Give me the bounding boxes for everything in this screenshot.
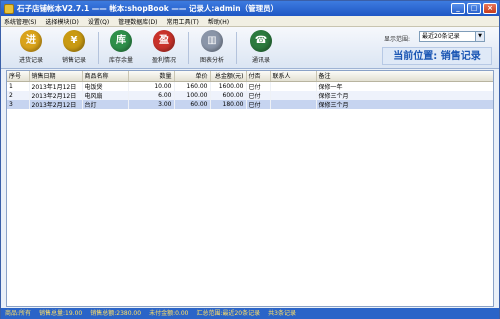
chart-analysis-label: 图表分析 <box>199 57 224 64</box>
window-title: 石子店铺帐本V2.7.1 —— 帐本:shopBook —— 记录人:admin… <box>17 4 279 13</box>
profit-icon: 盈 <box>153 30 175 52</box>
menu-bar: 系统管理(S) 选择模块(D) 设置(Q) 管理数据库(D) 常用工具(T) 帮… <box>1 16 499 27</box>
cell-paid: 已付 <box>246 99 271 109</box>
app-window: 石子店铺帐本V2.7.1 —— 帐本:shopBook —— 记录人:admin… <box>0 0 500 319</box>
col-header-quantity[interactable]: 数量 <box>128 71 175 82</box>
display-range-label: 显示范围: <box>384 36 411 43</box>
display-range-select[interactable]: 最近20条记录 ▼ <box>419 31 485 42</box>
inventory-label: 库存余量 <box>108 57 133 64</box>
cell-total: 180.00 <box>210 99 247 109</box>
cell-note: 保修三个月 <box>316 99 493 109</box>
cell-contact <box>270 99 317 109</box>
table-row-selected[interactable]: 3 2013年2月12日 台灯 3.00 60.00 180.00 已付 保修三… <box>7 99 493 109</box>
table-row[interactable]: 2 2013年2月12日 电风扇 6.00 100.00 600.00 已付 保… <box>7 90 493 100</box>
cell-date: 2013年2月12日 <box>29 99 83 109</box>
menu-settings[interactable]: 设置(Q) <box>88 17 109 26</box>
toolbar-separator <box>236 32 237 64</box>
close-button[interactable]: × <box>483 3 497 14</box>
status-total-sales: 销售总额:2380.00 <box>90 310 142 317</box>
title-bar[interactable]: 石子店铺帐本V2.7.1 —— 帐本:shopBook —— 记录人:admin… <box>1 1 499 16</box>
sales-table-area[interactable]: 序号 销售日期 商品名称 数量 单价 总金额(元) 付否 联系人 备注 1 20… <box>6 70 494 307</box>
table-header-row: 序号 销售日期 商品名称 数量 单价 总金额(元) 付否 联系人 备注 <box>7 71 493 82</box>
inventory-icon: 库 <box>110 30 132 52</box>
col-header-note[interactable]: 备注 <box>316 71 493 82</box>
cell-index: 2 <box>7 90 30 100</box>
cell-note: 保修一年 <box>316 81 493 91</box>
sales-icon: ¥ <box>63 30 85 52</box>
cell-total: 1600.00 <box>210 81 247 91</box>
col-header-product[interactable]: 商品名称 <box>82 71 129 82</box>
purchase-records-button[interactable]: 进 进货记录 <box>13 30 49 67</box>
status-record-count: 共3条记录 <box>268 310 296 317</box>
inventory-button[interactable]: 库 库存余量 <box>103 30 139 67</box>
menu-system[interactable]: 系统管理(S) <box>4 17 37 26</box>
phone-icon: ☎ <box>250 30 272 52</box>
col-header-date[interactable]: 销售日期 <box>29 71 83 82</box>
status-product: 商品:所有 <box>5 310 32 317</box>
sales-table: 序号 销售日期 商品名称 数量 单价 总金额(元) 付否 联系人 备注 1 20… <box>7 71 493 109</box>
col-header-total[interactable]: 总金额(元) <box>210 71 247 82</box>
toolbar: 进 进货记录 ¥ 销售记录 库 库存余量 盈 盈利情况 ▥ 图表分析 ☎ 通讯录… <box>1 27 499 69</box>
cell-paid: 已付 <box>246 90 271 100</box>
cell-paid: 已付 <box>246 81 271 91</box>
cell-contact <box>270 90 317 100</box>
cell-note: 保修三个月 <box>316 90 493 100</box>
toolbar-separator <box>98 32 99 64</box>
status-total-quantity: 销售总量:19.00 <box>39 310 83 317</box>
menu-select-module[interactable]: 选择模块(D) <box>46 17 79 26</box>
contacts-label: 通讯录 <box>251 57 270 64</box>
status-unpaid: 未付金额:0.00 <box>149 310 189 317</box>
sales-records-button[interactable]: ¥ 销售记录 <box>56 30 92 67</box>
cell-product: 电饭煲 <box>82 81 129 91</box>
purchase-icon: 进 <box>20 30 42 52</box>
menu-help[interactable]: 帮助(H) <box>208 17 229 26</box>
col-header-paid[interactable]: 付否 <box>246 71 271 82</box>
cell-date: 2013年2月12日 <box>29 90 83 100</box>
chart-analysis-button[interactable]: ▥ 图表分析 <box>194 30 230 67</box>
status-range: 汇总范围:最近20条记录 <box>196 310 261 317</box>
menu-database[interactable]: 管理数据库(D) <box>118 17 157 26</box>
cell-date: 2013年1月12日 <box>29 81 83 91</box>
cell-unit-price: 160.00 <box>174 81 211 91</box>
cell-index: 1 <box>7 81 30 91</box>
minimize-button[interactable]: _ <box>451 3 465 14</box>
profit-button[interactable]: 盈 盈利情况 <box>146 30 182 67</box>
app-icon <box>4 3 14 14</box>
col-header-index[interactable]: 序号 <box>7 71 30 82</box>
cell-product: 电风扇 <box>82 90 129 100</box>
toolbar-separator <box>188 32 189 64</box>
sales-records-label: 销售记录 <box>61 57 86 64</box>
maximize-button[interactable]: □ <box>467 3 481 14</box>
status-bar: 商品:所有 销售总量:19.00 销售总额:2380.00 未付金额:0.00 … <box>1 308 499 319</box>
cell-quantity: 10.00 <box>128 81 175 91</box>
table-row[interactable]: 1 2013年1月12日 电饭煲 10.00 160.00 1600.00 已付… <box>7 81 493 91</box>
display-range-value: 最近20条记录 <box>422 33 460 40</box>
current-location: 当前位置: 销售记录 <box>382 47 492 65</box>
menu-tools[interactable]: 常用工具(T) <box>167 17 199 26</box>
profit-label: 盈利情况 <box>151 57 176 64</box>
cell-unit-price: 100.00 <box>174 90 211 100</box>
chart-icon: ▥ <box>201 30 223 52</box>
cell-total: 600.00 <box>210 90 247 100</box>
cell-contact <box>270 81 317 91</box>
cell-index: 3 <box>7 99 30 109</box>
contacts-button[interactable]: ☎ 通讯录 <box>243 30 279 67</box>
cell-product: 台灯 <box>82 99 129 109</box>
purchase-records-label: 进货记录 <box>18 57 43 64</box>
col-header-unit-price[interactable]: 单价 <box>174 71 211 82</box>
cell-quantity: 6.00 <box>128 90 175 100</box>
cell-unit-price: 60.00 <box>174 99 211 109</box>
cell-quantity: 3.00 <box>128 99 175 109</box>
col-header-contact[interactable]: 联系人 <box>270 71 317 82</box>
chevron-down-icon[interactable]: ▼ <box>475 32 484 41</box>
